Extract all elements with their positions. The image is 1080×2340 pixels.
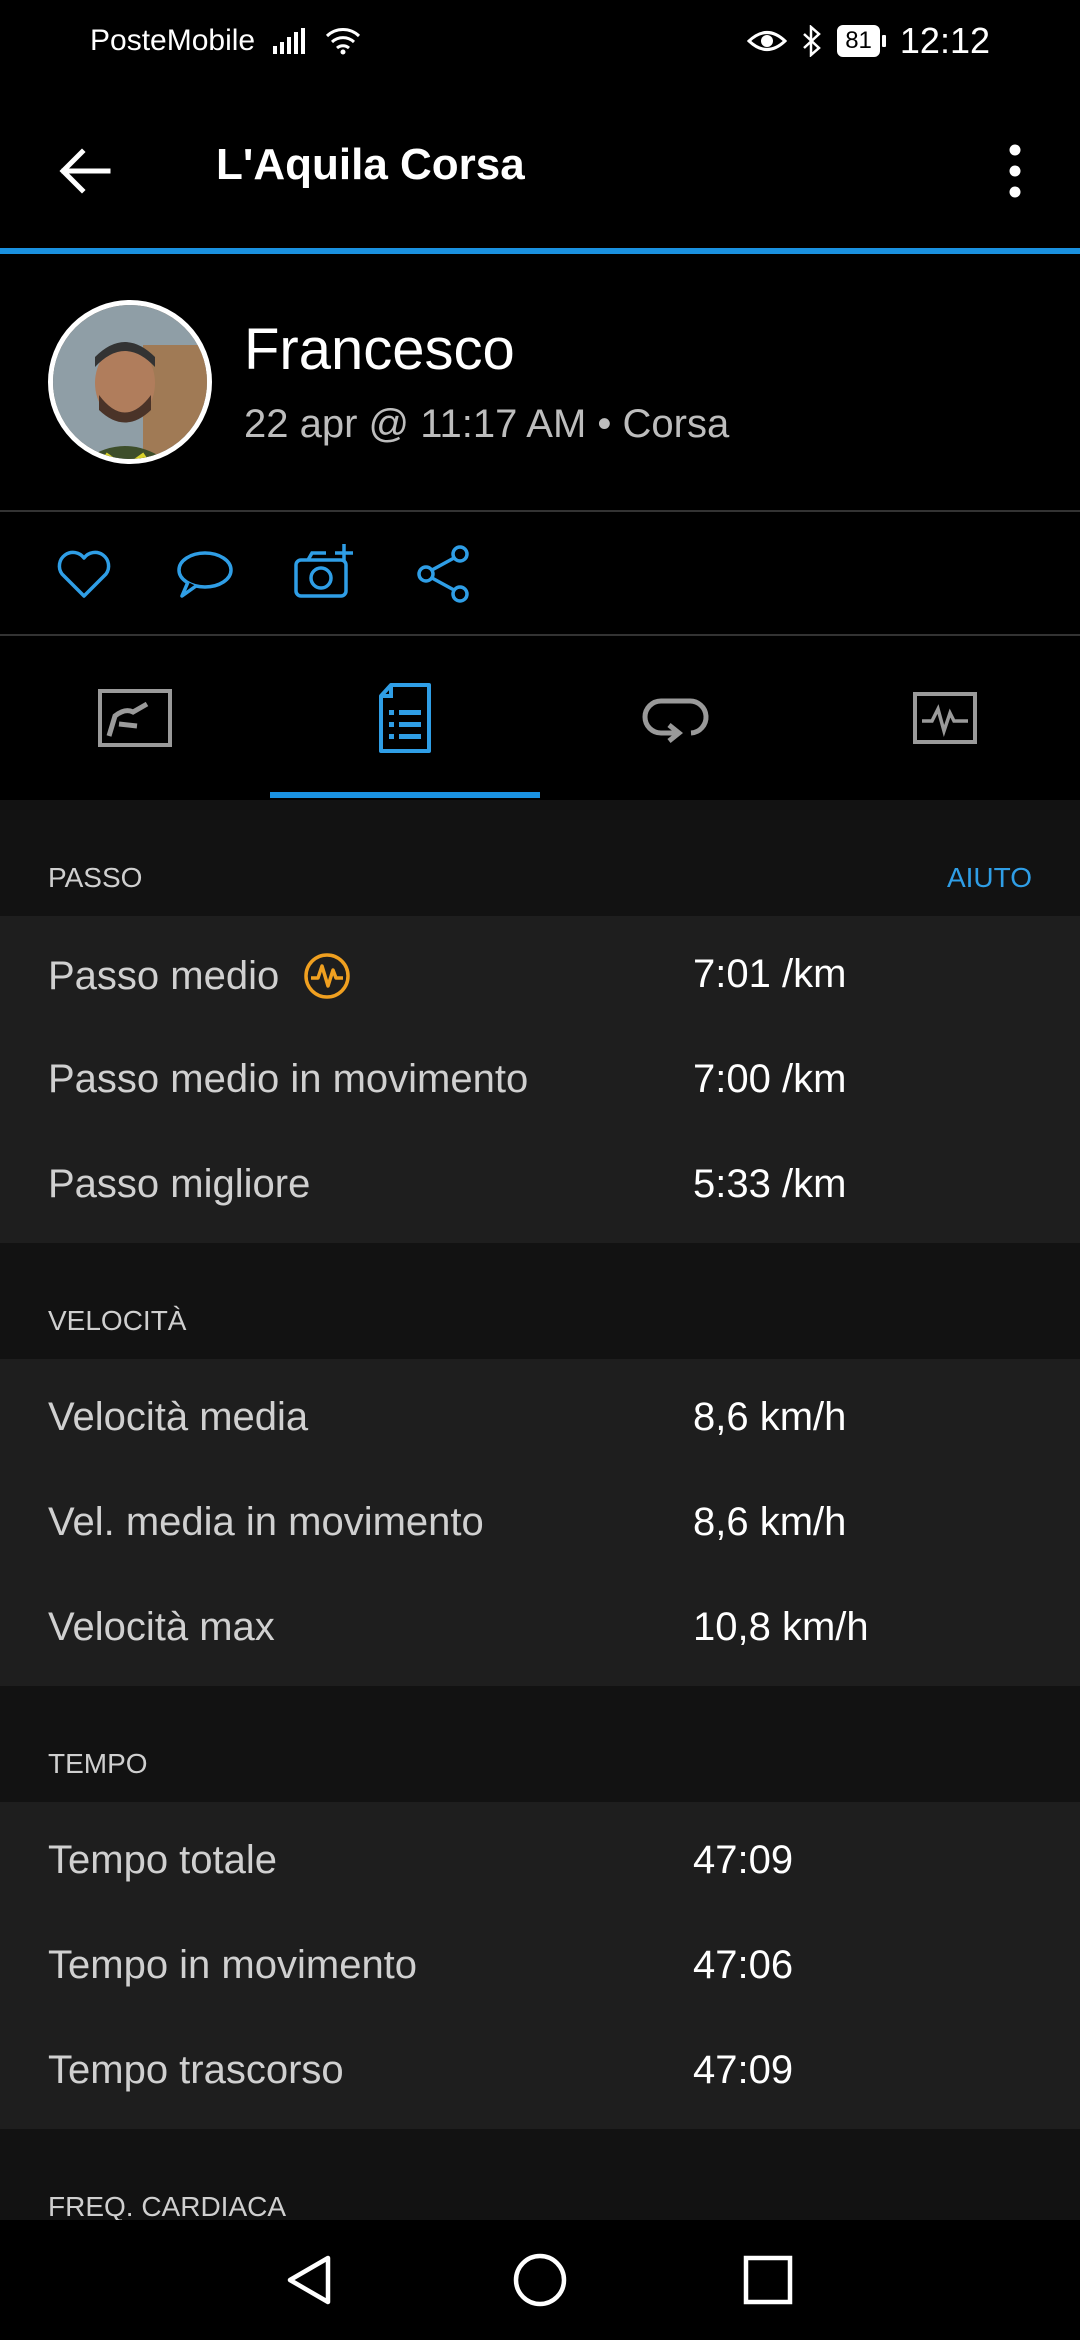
avatar[interactable] [48,300,212,464]
map-card-icon [98,689,172,747]
nav-back-icon[interactable] [280,2250,340,2310]
bluetooth-icon [803,25,822,57]
stat-row: Velocità max 10,8 km/h [0,1575,1080,1680]
wifi-icon [326,28,361,55]
document-list-icon [379,683,431,753]
more-options-icon[interactable] [980,136,1050,206]
back-arrow-icon[interactable] [50,136,120,206]
stat-row: Tempo trascorso 47:09 [0,2018,1080,2123]
activity-header: Francesco 22 apr @ 11:17 AM • Corsa [0,254,1080,512]
stats-list: PASSO AIUTO Passo medio 7:01 /km Passo m… [0,800,1080,2245]
performance-icon[interactable] [303,952,351,1000]
tab-laps[interactable] [540,636,810,800]
activity-subtitle: 22 apr @ 11:17 AM • Corsa [244,402,730,446]
stat-row: Tempo in movimento 47:06 [0,1913,1080,2018]
stat-label: Vel. media in movimento [48,1500,484,1544]
battery-icon: 81 [837,25,886,57]
stat-value: 47:06 [693,1943,794,1987]
stat-row: Tempo totale 47:09 [0,1808,1080,1913]
nav-recents-icon[interactable] [738,2250,798,2310]
stat-label: Velocità max [48,1605,275,1649]
stat-value: 7:01 /km [693,952,847,996]
tab-overview[interactable] [0,636,270,800]
stat-value: 5:33 /km [693,1162,847,1206]
share-icon[interactable] [412,542,476,606]
section-label: VELOCITÀ [48,1305,187,1336]
stat-row: Velocità media 8,6 km/h [0,1365,1080,1470]
tab-stats[interactable] [270,636,540,800]
stat-label: Tempo trascorso [48,2048,344,2092]
section-label: TEMPO [48,1748,148,1779]
section-label: PASSO [48,862,143,893]
chart-pulse-icon [913,692,977,744]
tab-bar [0,636,1080,800]
system-nav-bar [0,2220,1080,2340]
nav-home-icon[interactable] [510,2250,570,2310]
stat-label: Passo medio in movimento [48,1057,529,1101]
action-bar [0,512,1080,636]
stat-value: 7:00 /km [693,1057,847,1101]
section-header-time: TEMPO [0,1686,1080,1802]
stat-row: Passo migliore 5:33 /km [0,1132,1080,1237]
page-title: L'Aquila Corsa [216,140,525,189]
stat-value: 10,8 km/h [693,1605,869,1649]
user-name: Francesco [244,317,515,382]
add-photo-icon[interactable] [292,542,356,606]
help-link[interactable]: AIUTO [947,862,1032,894]
clock: 12:12 [899,20,990,61]
app-bar: L'Aquila Corsa [0,84,1080,250]
avatar-image [53,305,207,459]
stat-label: Tempo totale [48,1838,278,1882]
status-bar: PosteMobile 81 12:12 [0,0,1080,84]
tab-charts[interactable] [810,636,1080,800]
signal-icon [273,28,306,54]
stat-value: 47:09 [693,2048,794,2092]
stat-value: 8,6 km/h [693,1500,847,1544]
stat-label: Passo migliore [48,1162,311,1206]
section-header-pace: PASSO AIUTO [0,800,1080,916]
like-icon[interactable] [52,542,116,606]
carrier-label: PosteMobile [90,24,256,57]
stat-label: Passo medio [48,953,280,998]
active-tab-indicator [270,792,540,798]
stat-row: Passo medio 7:01 /km [0,922,1080,1027]
section-rows-pace: Passo medio 7:01 /km Passo medio in movi… [0,916,1080,1243]
section-rows-time: Tempo totale 47:09 Tempo in movimento 47… [0,1802,1080,2129]
stat-value: 47:09 [693,1838,794,1882]
stat-label: Tempo in movimento [48,1943,418,1987]
battery-level: 81 [837,25,880,57]
stat-row: Passo medio in movimento 7:00 /km [0,1027,1080,1132]
stat-row: Vel. media in movimento 8,6 km/h [0,1470,1080,1575]
section-label: FREQ. CARDIACA [48,2191,287,2222]
section-rows-speed: Velocità media 8,6 km/h Vel. media in mo… [0,1359,1080,1686]
stat-label: Velocità media [48,1395,309,1439]
section-header-speed: VELOCITÀ [0,1243,1080,1359]
laps-loop-icon [642,698,709,743]
comment-icon[interactable] [172,542,236,606]
eye-icon [747,31,788,51]
stat-value: 8,6 km/h [693,1395,847,1439]
